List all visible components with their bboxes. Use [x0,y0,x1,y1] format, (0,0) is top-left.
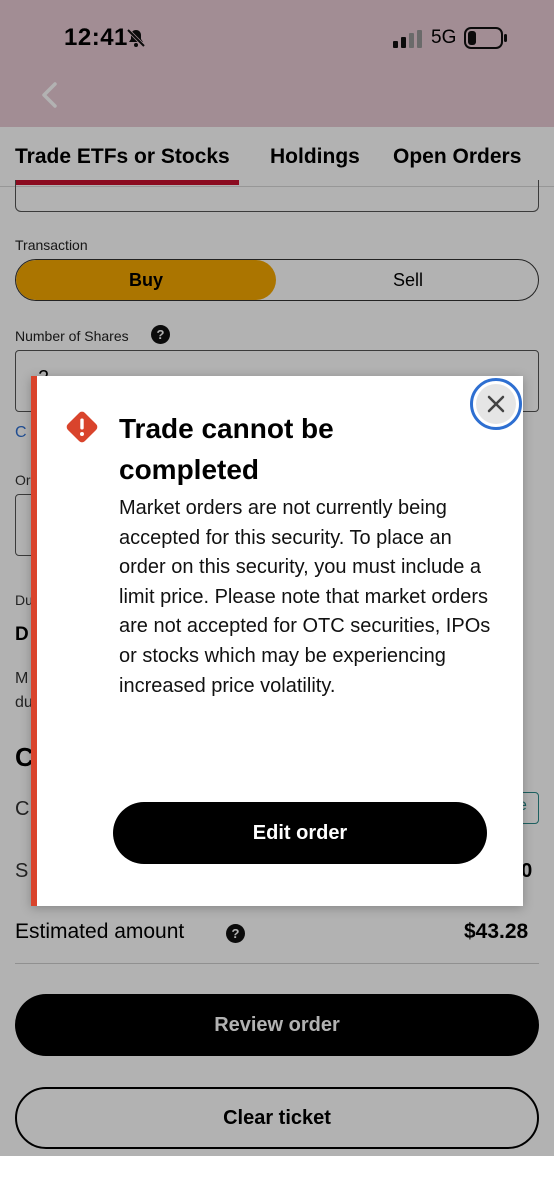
close-icon [476,384,516,424]
dialog-message: Market orders are not currently being ac… [119,497,491,697]
edit-order-button[interactable]: Edit order [113,802,487,864]
error-dialog: Trade cannot be completed Market orders … [31,376,523,906]
home-indicator-area [0,1156,554,1200]
warning-icon [66,411,98,443]
dialog-title: Trade cannot be completed [119,413,334,485]
close-button[interactable] [470,378,522,430]
